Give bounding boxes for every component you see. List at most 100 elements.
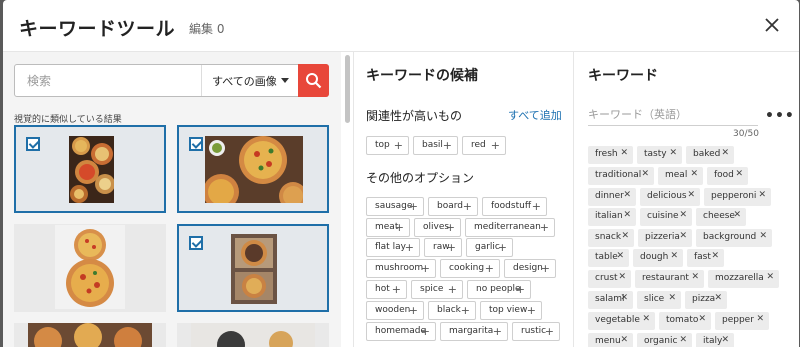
- x-icon[interactable]: ✕: [679, 335, 687, 345]
- keyword-input[interactable]: [588, 104, 758, 126]
- tag-label: background: [703, 232, 757, 242]
- image-result-tile[interactable]: [177, 125, 329, 213]
- suggestion-chip[interactable]: basil +: [413, 136, 458, 155]
- x-icon[interactable]: ✕: [714, 293, 722, 303]
- x-icon[interactable]: ✕: [711, 251, 719, 261]
- checkbox-checked-icon[interactable]: [189, 137, 203, 151]
- suggestion-chip[interactable]: homemade +: [366, 322, 436, 341]
- suggestion-chip[interactable]: board +: [428, 197, 478, 216]
- close-icon[interactable]: [761, 14, 783, 36]
- image-result-tile[interactable]: [14, 323, 166, 347]
- x-icon[interactable]: ✕: [756, 314, 764, 324]
- add-all-link[interactable]: すべて追加: [508, 107, 562, 123]
- suggestion-chip[interactable]: mushroom +: [366, 259, 436, 278]
- keyword-tag: dinner ✕: [588, 188, 636, 206]
- suggestion-chip[interactable]: raw +: [424, 238, 462, 257]
- image-result-tile[interactable]: [177, 224, 329, 312]
- checkbox-checked-icon[interactable]: [26, 137, 40, 151]
- keyword-tag: pizzeria ✕: [638, 229, 692, 247]
- x-icon[interactable]: ✕: [698, 314, 706, 324]
- plus-icon: +: [526, 304, 536, 317]
- plus-icon: +: [408, 200, 418, 213]
- chip-label: design: [513, 263, 543, 273]
- tag-label: snack: [595, 232, 622, 242]
- suggestion-chip[interactable]: design +: [504, 259, 556, 278]
- search-button[interactable]: [298, 64, 329, 97]
- x-icon[interactable]: ✕: [759, 231, 767, 241]
- suggestion-chip[interactable]: mediterranean +: [465, 218, 555, 237]
- suggestion-chip[interactable]: black +: [428, 301, 476, 320]
- image-result-tile[interactable]: [14, 125, 166, 213]
- keyword-tag: pepperoni ✕: [704, 188, 771, 206]
- checkbox-checked-icon[interactable]: [189, 236, 203, 250]
- tag-label: restaurant: [642, 273, 689, 283]
- results-scrollbar[interactable]: [345, 55, 350, 123]
- chip-label: hot: [375, 284, 390, 294]
- more-horizontal-icon[interactable]: •••: [765, 108, 795, 124]
- keyword-tag: food ✕: [707, 167, 748, 185]
- suggestion-chip[interactable]: hot +: [366, 280, 407, 299]
- x-icon[interactable]: ✕: [618, 272, 626, 282]
- suggestion-chip[interactable]: meat +: [366, 218, 410, 237]
- x-icon[interactable]: ✕: [766, 272, 774, 282]
- x-icon[interactable]: ✕: [733, 210, 741, 220]
- suggestion-chip[interactable]: wooden +: [366, 301, 424, 320]
- suggestion-chip[interactable]: red +: [462, 136, 506, 155]
- keyword-tag: tasty ✕: [637, 146, 682, 164]
- x-icon[interactable]: ✕: [679, 210, 687, 220]
- image-search-panel: すべての画像 視覚的に類似している結果: [3, 52, 341, 347]
- x-icon[interactable]: ✕: [623, 210, 631, 220]
- x-icon[interactable]: ✕: [620, 335, 628, 345]
- x-icon[interactable]: ✕: [679, 231, 687, 241]
- suggestion-chip[interactable]: top view +: [480, 301, 542, 320]
- x-icon[interactable]: ✕: [691, 272, 699, 282]
- suggestion-chip[interactable]: foodstuff +: [482, 197, 547, 216]
- plus-icon: +: [420, 325, 430, 338]
- suggestion-chip[interactable]: flat lay +: [366, 238, 420, 257]
- chip-label: wooden: [375, 305, 411, 315]
- x-icon[interactable]: ✕: [758, 190, 766, 200]
- suggestion-chip[interactable]: no people +: [467, 280, 531, 299]
- tag-label: pepperoni: [711, 191, 757, 201]
- pizza-image: [69, 136, 114, 203]
- x-icon[interactable]: ✕: [690, 169, 698, 179]
- suggestions-title: キーワードの候補: [366, 68, 478, 84]
- x-icon[interactable]: ✕: [642, 314, 650, 324]
- keyword-tag: traditional ✕: [588, 167, 654, 185]
- suggestion-chip[interactable]: olives +: [414, 218, 461, 237]
- keyword-tag: restaurant ✕: [635, 270, 704, 288]
- image-result-tile[interactable]: [177, 323, 329, 347]
- x-icon[interactable]: ✕: [668, 293, 676, 303]
- pizza-image: [28, 323, 152, 347]
- x-icon[interactable]: ✕: [620, 293, 628, 303]
- x-icon[interactable]: ✕: [721, 148, 729, 158]
- x-icon[interactable]: ✕: [721, 335, 729, 345]
- image-result-tile[interactable]: [14, 224, 166, 312]
- suggestion-chip[interactable]: spice +: [411, 280, 463, 299]
- x-icon[interactable]: ✕: [620, 148, 628, 158]
- suggestion-chip[interactable]: sausage +: [366, 197, 424, 216]
- x-icon[interactable]: ✕: [623, 190, 631, 200]
- x-icon[interactable]: ✕: [616, 251, 624, 261]
- tag-label: delicious: [647, 191, 687, 201]
- suggestion-chip[interactable]: garlic +: [466, 238, 513, 257]
- suggestion-chip[interactable]: cooking +: [440, 259, 500, 278]
- tag-label: pizzeria: [645, 232, 680, 242]
- x-icon[interactable]: ✕: [670, 251, 678, 261]
- x-icon[interactable]: ✕: [735, 169, 743, 179]
- suggestion-chip[interactable]: top +: [366, 136, 409, 155]
- keyword-tag: meal ✕: [658, 167, 703, 185]
- chip-label: mushroom: [375, 263, 424, 273]
- x-icon[interactable]: ✕: [641, 169, 649, 179]
- chip-label: margarita: [449, 326, 494, 336]
- plus-icon: +: [484, 262, 494, 275]
- x-icon[interactable]: ✕: [687, 190, 695, 200]
- search-input[interactable]: [15, 65, 201, 96]
- tag-label: table: [595, 252, 618, 262]
- image-filter-dropdown[interactable]: すべての画像: [201, 65, 299, 96]
- x-icon[interactable]: ✕: [621, 231, 629, 241]
- other-options-label: その他のオプション: [366, 171, 475, 185]
- x-icon[interactable]: ✕: [669, 148, 677, 158]
- suggestion-chip[interactable]: rustic +: [512, 322, 560, 341]
- suggestion-chip[interactable]: margarita +: [440, 322, 508, 341]
